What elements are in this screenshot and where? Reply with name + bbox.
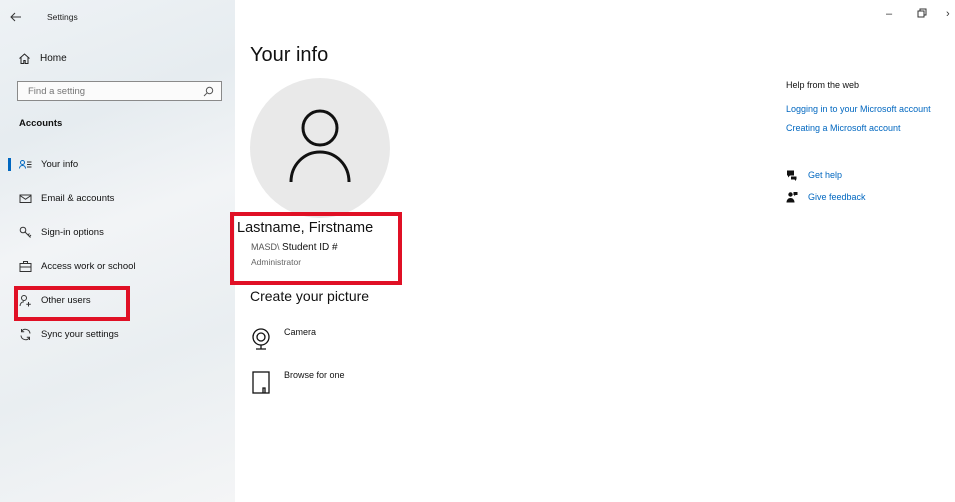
sidebar-item-access-work-school[interactable]: Access work or school: [0, 255, 235, 277]
give-feedback-label: Give feedback: [808, 192, 866, 202]
home-label: Home: [40, 53, 67, 64]
browse-file-icon: [252, 371, 270, 394]
browse-option[interactable]: Browse for one: [250, 370, 345, 394]
sidebar-item-your-info[interactable]: Your info: [0, 153, 235, 175]
search-box[interactable]: [17, 81, 222, 101]
close-button[interactable]: ›: [946, 8, 950, 20]
home-icon: [19, 53, 30, 64]
page-title: Your info: [250, 44, 329, 66]
sidebar: Settings Home Accounts Your info Email &…: [0, 0, 235, 502]
sidebar-item-label: Sign-in options: [41, 226, 104, 238]
mail-icon: [19, 194, 32, 203]
search-input[interactable]: [18, 85, 198, 97]
section-title: Accounts: [19, 118, 63, 129]
app-title: Settings: [47, 12, 78, 22]
home-nav-item[interactable]: Home: [18, 52, 67, 65]
title-bar: Settings: [10, 8, 78, 26]
avatar: [250, 78, 390, 218]
help-link-creating-account[interactable]: Creating a Microsoft account: [786, 123, 901, 133]
camera-label: Camera: [284, 327, 317, 337]
briefcase-icon: [19, 260, 32, 272]
sidebar-item-label: Sync your settings: [41, 328, 119, 340]
sidebar-item-sync-settings[interactable]: Sync your settings: [0, 323, 235, 345]
sync-icon: [20, 328, 31, 340]
create-picture-heading: Create your picture: [250, 288, 370, 304]
give-feedback-link[interactable]: Give feedback: [786, 191, 866, 203]
restore-button[interactable]: [917, 8, 927, 21]
highlight-box-user-info: [230, 212, 402, 285]
help-link-logging-in[interactable]: Logging in to your Microsoft account: [786, 104, 931, 114]
help-title: Help from the web: [786, 80, 860, 90]
camera-option[interactable]: Camera: [250, 327, 316, 351]
sidebar-item-sign-in-options[interactable]: Sign-in options: [0, 221, 235, 243]
person-card-icon: [19, 159, 32, 169]
user-silhouette-icon: [289, 109, 351, 183]
get-help-label: Get help: [808, 170, 843, 180]
sidebar-item-label: Access work or school: [41, 260, 136, 272]
chat-help-icon: [787, 170, 797, 181]
search-icon: [203, 86, 214, 97]
feedback-icon: [786, 192, 798, 203]
key-icon: [19, 226, 32, 238]
minimize-button[interactable]: –: [886, 8, 892, 20]
sidebar-item-label: Email & accounts: [41, 192, 115, 204]
back-arrow-icon: [10, 12, 21, 22]
camera-icon: [252, 328, 270, 350]
restore-icon: [917, 8, 927, 18]
highlight-box-other-users: [14, 286, 130, 321]
sidebar-item-label: Your info: [41, 158, 79, 170]
get-help-link[interactable]: Get help: [786, 169, 842, 181]
sidebar-item-email-accounts[interactable]: Email & accounts: [0, 187, 235, 209]
back-button[interactable]: [10, 10, 26, 24]
browse-label: Browse for one: [284, 370, 345, 380]
